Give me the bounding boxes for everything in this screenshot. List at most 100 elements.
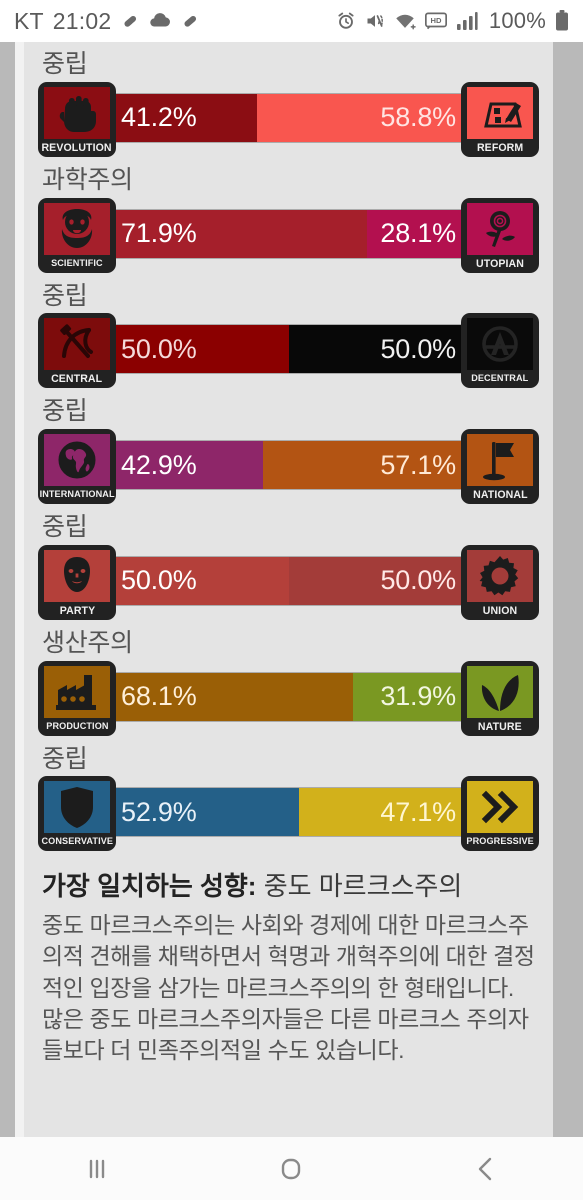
bar-segment-left: 50.0% xyxy=(109,556,289,605)
flag-icon xyxy=(467,434,533,486)
bar-segment-left: 42.9% xyxy=(109,441,263,489)
closest-match-title: 가장 일치하는 성향: 중도 마르크스주의 xyxy=(42,870,535,904)
badge-party[interactable]: PARTY xyxy=(38,544,116,620)
bar-value-right: 58.8% xyxy=(380,102,456,133)
bar-segment-left: 52.9% xyxy=(109,788,299,837)
badge-label: UTOPIAN xyxy=(475,257,524,270)
axis-title: 중립 xyxy=(42,513,88,541)
lenin-icon xyxy=(44,549,110,602)
status-bar-right: HD 100% xyxy=(336,8,569,34)
axis-title: 중립 xyxy=(42,397,88,426)
leaf-icon xyxy=(467,665,533,718)
bar-segment-right: 50.0% xyxy=(288,556,468,605)
badge-utopian[interactable]: UTOPIAN xyxy=(461,197,539,273)
badge-label: REFORM xyxy=(476,141,524,154)
status-bar-left: KT 21:02 xyxy=(14,8,200,35)
axis-production-nature: 생산주의 PRODUCTION 68.1% 31.9% NATURE xyxy=(38,629,539,736)
closest-match-section: 가장 일치하는 성향: 중도 마르크스주의 중도 마르크스주의는 사회와 경제에… xyxy=(38,860,539,1066)
axis-bar: 52.9% 47.1% xyxy=(108,787,469,838)
reform-icon xyxy=(467,86,533,139)
bar-segment-right: 57.1% xyxy=(263,441,468,489)
bar-value-right: 50.0% xyxy=(380,333,456,364)
badge-central[interactable]: CENTRAL xyxy=(38,313,116,389)
home-icon[interactable] xyxy=(194,1154,388,1184)
bar-value-right: 31.9% xyxy=(380,681,456,711)
bar-value-left: 50.0% xyxy=(121,565,197,596)
badge-decentral[interactable]: DECENTRAL xyxy=(461,313,539,389)
page-body: 중립 REVOLUTION 41.2% 58.8% REFORM 과학주의 SC… xyxy=(0,42,583,1137)
rose-icon xyxy=(467,202,533,255)
badge-label: SCIENTIFIC xyxy=(51,257,103,269)
axis-bar-row: SCIENTIFIC 71.9% 28.1% UTOPIAN xyxy=(38,197,539,273)
fist-icon xyxy=(44,86,110,139)
pill-icon xyxy=(120,11,140,31)
mute-icon xyxy=(365,11,385,31)
bar-value-left: 42.9% xyxy=(121,449,197,480)
badge-conservative[interactable]: CONSERVATIVE xyxy=(38,776,116,852)
pill-icon xyxy=(180,11,200,31)
axis-central-decentral: 중립 CENTRAL 50.0% 50.0% DECENTRAL xyxy=(38,282,539,389)
badge-label: INTERNATIONAL xyxy=(39,489,115,500)
hd-icon: HD xyxy=(424,12,447,30)
badge-label: UNION xyxy=(482,604,518,617)
hammer-sickle-icon xyxy=(44,318,110,371)
badge-revolution[interactable]: REVOLUTION xyxy=(38,81,116,157)
bar-segment-right: 58.8% xyxy=(256,93,468,142)
badge-label: NATURE xyxy=(478,720,522,733)
badge-scientific[interactable]: SCIENTIFIC xyxy=(38,197,116,273)
bar-value-right: 57.1% xyxy=(380,449,456,480)
android-nav-bar xyxy=(0,1137,583,1200)
results-card: 중립 REVOLUTION 41.2% 58.8% REFORM 과학주의 SC… xyxy=(15,42,553,1137)
bar-value-left: 71.9% xyxy=(121,218,197,248)
badge-national[interactable]: NATIONAL xyxy=(461,429,539,504)
bar-segment-right: 50.0% xyxy=(288,325,468,374)
badge-label: REVOLUTION xyxy=(41,141,113,154)
bar-segment-left: 71.9% xyxy=(109,209,368,258)
badge-label: CENTRAL xyxy=(51,373,103,386)
bar-value-left: 50.0% xyxy=(121,333,197,364)
badge-production[interactable]: PRODUCTION xyxy=(38,660,116,736)
badge-label: CONSERVATIVE xyxy=(41,836,113,848)
axis-bar: 50.0% 50.0% xyxy=(108,324,469,375)
globe-icon xyxy=(44,434,110,486)
marx-icon xyxy=(44,202,110,255)
battery-percent-label: 100% xyxy=(488,8,546,33)
badge-reform[interactable]: REFORM xyxy=(461,81,539,157)
badge-nature[interactable]: NATURE xyxy=(461,660,539,736)
anarchy-icon xyxy=(467,318,533,371)
axis-bar: 41.2% 58.8% xyxy=(108,92,469,143)
bar-segment-left: 68.1% xyxy=(109,672,354,721)
bar-segment-right: 28.1% xyxy=(367,209,468,258)
axis-title: 중립 xyxy=(42,281,88,310)
double-chevron-icon xyxy=(467,781,533,834)
axis-bar-row: INTERNATIONAL 42.9% 57.1% NATIONAL xyxy=(38,429,539,504)
clock-label: 21:02 xyxy=(52,7,112,34)
badge-progressive[interactable]: PROGRESSIVE xyxy=(461,776,539,852)
scroll-content[interactable]: 중립 REVOLUTION 41.2% 58.8% REFORM 과학주의 SC… xyxy=(24,42,553,1066)
badge-union[interactable]: UNION xyxy=(461,544,539,620)
bar-value-right: 50.0% xyxy=(380,565,456,596)
shield-icon xyxy=(44,781,110,834)
axis-title: 생산주의 xyxy=(42,628,133,657)
axis-bar: 71.9% 28.1% xyxy=(108,208,469,259)
axis-bar-row: PARTY 50.0% 50.0% UNION xyxy=(38,544,539,620)
alarm-icon xyxy=(336,11,356,31)
svg-text:HD: HD xyxy=(430,16,441,25)
badge-label: PROGRESSIVE xyxy=(466,836,534,848)
axis-bar-row: CENTRAL 50.0% 50.0% DECENTRAL xyxy=(38,313,539,389)
axis-bar-row: CONSERVATIVE 52.9% 47.1% PROGRESSIVE xyxy=(38,776,539,852)
bar-value-right: 47.1% xyxy=(380,796,456,827)
bar-segment-right: 47.1% xyxy=(298,788,468,837)
axis-bar: 68.1% 31.9% xyxy=(108,671,469,722)
badge-international[interactable]: INTERNATIONAL xyxy=(38,429,116,504)
carrier-label: KT xyxy=(14,7,44,34)
back-icon[interactable] xyxy=(389,1154,583,1184)
recents-icon[interactable] xyxy=(0,1154,194,1184)
wifi-icon xyxy=(394,11,416,31)
axis-title: 중립 xyxy=(42,744,88,773)
axis-conservative-progressive: 중립 CONSERVATIVE 52.9% 47.1% PROGRESSIVE xyxy=(38,745,539,852)
status-bar: KT 21:02 HD 100% xyxy=(0,0,583,42)
axis-bar-row: PRODUCTION 68.1% 31.9% NATURE xyxy=(38,660,539,736)
factory-icon xyxy=(44,665,110,718)
axis-international-national: 중립 INTERNATIONAL 42.9% 57.1% NATIONAL xyxy=(38,397,539,504)
